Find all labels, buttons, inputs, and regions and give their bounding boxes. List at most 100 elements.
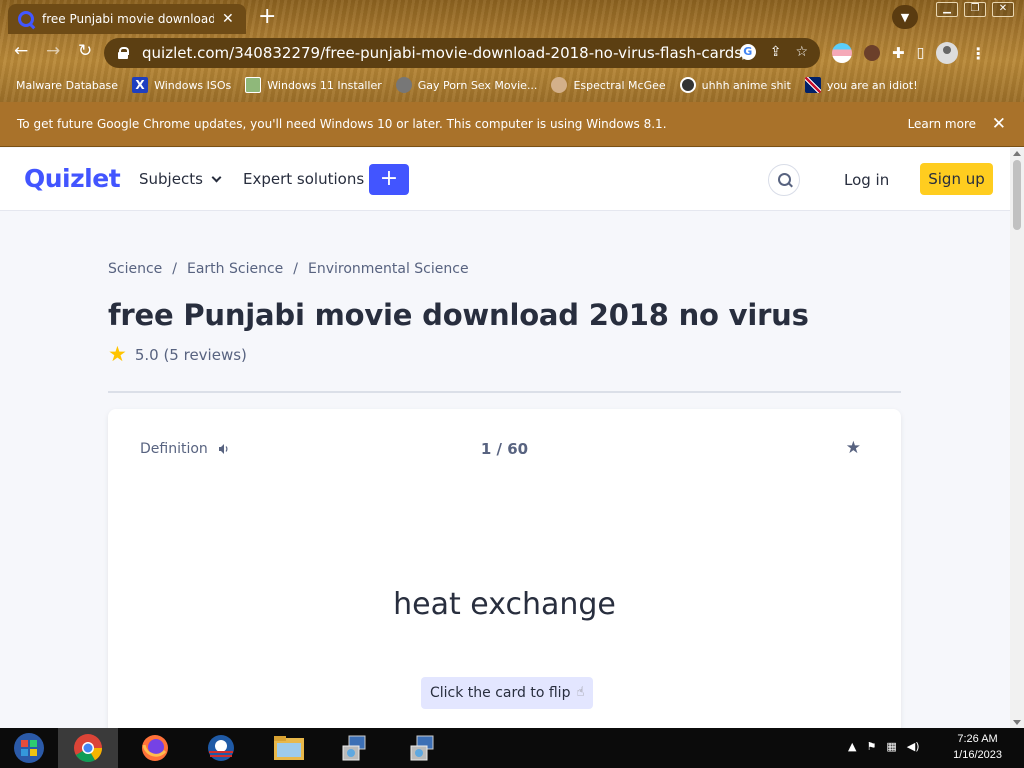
- flashcard[interactable]: Definition 1 / 60 ★ heat exchange Click …: [108, 409, 901, 739]
- url-text[interactable]: quizlet.com/340832279/free-punjabi-movie…: [142, 44, 747, 62]
- bookmark-item[interactable]: Malware Database: [16, 79, 118, 92]
- taskbar-setup-1[interactable]: [326, 728, 384, 768]
- update-infobar: To get future Google Chrome updates, you…: [0, 102, 1024, 147]
- new-tab-button[interactable]: +: [258, 6, 276, 28]
- browser-tab[interactable]: free Punjabi movie download 2018 ✕: [8, 4, 246, 34]
- bookmark-label: uhhh anime shit: [701, 78, 791, 92]
- site-header: Quizlet Subjects Expert solutions + Log …: [0, 148, 1010, 211]
- reload-icon[interactable]: ↻: [78, 43, 92, 60]
- network-icon[interactable]: ▦: [886, 740, 896, 753]
- subjects-menu[interactable]: Subjects: [139, 170, 222, 188]
- anime-icon: [679, 77, 696, 93]
- windows-start-icon: [14, 733, 44, 763]
- bookmark-item[interactable]: Gay Porn Sex Movie...: [395, 77, 538, 93]
- tab-title: free Punjabi movie download 2018: [42, 12, 214, 26]
- bookmark-item[interactable]: you are an idiot!: [804, 77, 918, 93]
- disc-icon: [395, 77, 412, 93]
- clock-time: 7:26 AM: [957, 733, 998, 745]
- page-scrollbar[interactable]: [1010, 148, 1024, 728]
- breadcrumb-separator: /: [172, 261, 177, 277]
- action-center-flag-icon[interactable]: ⚑: [866, 740, 876, 753]
- bookmark-label: you are an idiot!: [826, 78, 918, 92]
- bookmark-label: Gay Porn Sex Movie...: [417, 78, 538, 92]
- bookmark-star-icon[interactable]: ☆: [795, 44, 808, 60]
- taskbar-file-explorer[interactable]: [260, 728, 318, 768]
- hand-pointer-icon: ☝: [576, 685, 585, 700]
- google-lens-icon[interactable]: G: [739, 44, 756, 60]
- taskbar-clock[interactable]: 7:26 AM 1/16/2023: [953, 731, 1002, 763]
- breadcrumb-separator: /: [293, 261, 298, 277]
- breadcrumb-item[interactable]: Science: [108, 261, 162, 277]
- minimize-button[interactable]: ▁: [936, 2, 958, 17]
- login-link[interactable]: Log in: [844, 171, 889, 189]
- bookmark-label: Windows 11 Installer: [267, 78, 382, 92]
- bookmarks-bar: Malware Database X Windows ISOs Windows …: [16, 74, 918, 96]
- star-icon: ★: [108, 342, 127, 366]
- scroll-thumb[interactable]: [1013, 160, 1021, 230]
- divider: [108, 391, 901, 393]
- obama-logo-icon: [208, 735, 234, 761]
- back-arrow-icon[interactable]: ←: [14, 43, 28, 60]
- puzzle-extensions-icon[interactable]: ✚: [892, 44, 905, 62]
- tray-chevron-up-icon[interactable]: ▲: [848, 740, 856, 753]
- installer-icon: [410, 735, 434, 761]
- infobar-close-icon[interactable]: ✕: [992, 114, 1006, 134]
- chrome-icon: [74, 734, 102, 762]
- tab-close-icon[interactable]: ✕: [222, 11, 234, 27]
- card-term: heat exchange: [393, 587, 616, 622]
- window-controls: ▁ ❐ ✕: [936, 2, 1014, 17]
- side-panel-icon[interactable]: ▯: [917, 45, 925, 61]
- address-bar[interactable]: quizlet.com/340832279/free-punjabi-movie…: [104, 38, 820, 68]
- star-icon[interactable]: ★: [846, 438, 861, 458]
- bookmark-item[interactable]: uhhh anime shit: [679, 77, 791, 93]
- breadcrumb-item[interactable]: Environmental Science: [308, 261, 469, 277]
- expert-solutions-link[interactable]: Expert solutions: [243, 170, 364, 188]
- x-icon: X: [132, 77, 149, 93]
- face-icon: [551, 77, 568, 93]
- extensions-area: ✚ ▯ ⋮: [832, 42, 986, 64]
- flip-hint-label: Click the card to flip: [430, 685, 571, 701]
- installer-icon: [342, 735, 366, 761]
- rating-text: 5.0 (5 reviews): [134, 345, 247, 364]
- set-rating[interactable]: ★ 5.0 (5 reviews): [108, 344, 247, 365]
- search-icon[interactable]: [768, 164, 800, 196]
- bookmark-item[interactable]: Windows 11 Installer: [245, 77, 382, 93]
- create-button[interactable]: +: [369, 164, 409, 195]
- lock-icon[interactable]: [118, 47, 129, 59]
- share-icon[interactable]: ⇪: [770, 44, 782, 60]
- learn-more-link[interactable]: Learn more: [908, 117, 976, 131]
- clock-date: 1/16/2023: [953, 749, 1002, 761]
- trans-flag-extension-icon[interactable]: [832, 43, 852, 63]
- scroll-down-arrow-icon[interactable]: [1013, 720, 1021, 725]
- scroll-up-arrow-icon[interactable]: [1013, 151, 1021, 156]
- windows-taskbar: ▲ ⚑ ▦ ◀) 7:26 AM 1/16/2023: [0, 728, 1024, 768]
- avatar-extension-icon[interactable]: [864, 45, 880, 61]
- profile-icon[interactable]: [936, 42, 959, 64]
- bookmark-label: Windows ISOs: [154, 78, 232, 92]
- close-window-button[interactable]: ✕: [992, 2, 1014, 17]
- card-counter: 1 / 60: [480, 440, 529, 458]
- chrome-menu-icon[interactable]: ⋮: [970, 44, 986, 63]
- taskbar-chrome[interactable]: [58, 728, 118, 768]
- infobar-message: To get future Google Chrome updates, you…: [17, 117, 667, 131]
- quizlet-logo[interactable]: Quizlet: [24, 164, 121, 193]
- page-title: free Punjabi movie download 2018 no viru…: [108, 298, 809, 332]
- bookmark-label: Malware Database: [16, 78, 119, 92]
- flip-hint: Click the card to flip ☝: [421, 677, 594, 709]
- bookmark-item[interactable]: X Windows ISOs: [132, 77, 231, 93]
- tab-search-chevron-icon[interactable]: ▼: [892, 5, 918, 29]
- taskbar-setup-2[interactable]: [394, 728, 452, 768]
- volume-icon[interactable]: ◀): [907, 740, 920, 753]
- taskbar-firefox[interactable]: [126, 728, 184, 768]
- start-button[interactable]: [0, 728, 58, 768]
- forward-arrow-icon[interactable]: →: [46, 43, 60, 60]
- bookmark-label: Espectral McGee: [573, 78, 666, 92]
- quizlet-favicon-icon: [18, 11, 34, 27]
- breadcrumb-item[interactable]: Earth Science: [187, 261, 283, 277]
- signup-button[interactable]: Sign up: [920, 163, 993, 195]
- taskbar-obama[interactable]: [192, 728, 250, 768]
- bookmark-item[interactable]: Espectral McGee: [551, 77, 666, 93]
- restore-button[interactable]: ❐: [964, 2, 986, 17]
- image-icon: [245, 77, 262, 93]
- chevron-down-icon: [211, 172, 222, 183]
